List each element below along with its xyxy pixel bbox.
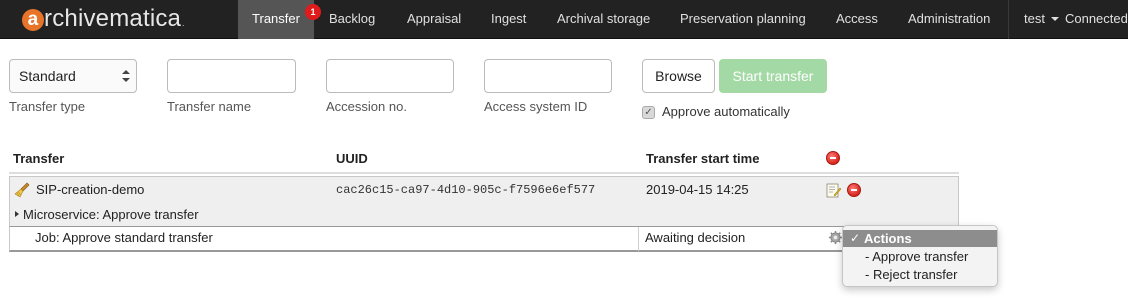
logo-mark: .: [182, 19, 185, 28]
approve-automatically-label: Approve automatically: [662, 104, 790, 119]
table-header-rule: [9, 172, 959, 174]
transfer-name-label: Transfer name: [167, 99, 252, 114]
checkmark-icon: ✓: [850, 231, 861, 245]
menu-item-reject-transfer[interactable]: - Reject transfer: [843, 266, 997, 283]
transfer-type-select[interactable]: Standard: [9, 59, 137, 93]
start-transfer-button[interactable]: Start transfer: [719, 59, 827, 93]
job-cell-divider: [638, 227, 639, 251]
microservice-label: Microservice: Approve transfer: [23, 207, 199, 222]
access-system-id-label: Access system ID: [484, 99, 588, 114]
accession-input[interactable]: [326, 59, 454, 93]
menu-item-label: - Reject transfer: [865, 267, 958, 282]
remove-transfer-icon[interactable]: [847, 183, 861, 197]
logo-initial: a: [22, 9, 44, 31]
caret-down-icon: [1050, 17, 1059, 21]
user-menu[interactable]: test Connected: [1024, 0, 1128, 39]
brand-logo[interactable]: a rchivematica.: [22, 4, 185, 34]
menu-item-actions[interactable]: ✓ Actions: [843, 230, 997, 247]
transfer-name-input[interactable]: [167, 59, 296, 93]
transfer-type-value: Standard: [19, 68, 76, 84]
nav-divider: [1008, 0, 1009, 39]
edit-metadata-icon[interactable]: [826, 183, 841, 198]
accession-label: Accession no.: [326, 99, 407, 114]
nav-tab-administration[interactable]: Administration: [908, 0, 990, 39]
select-arrows-icon: [122, 70, 130, 82]
actions-menu[interactable]: ✓ Actions - Approve transfer - Reject tr…: [842, 225, 998, 287]
top-navbar: a rchivematica. Transfer 1 Backlog Apprai…: [0, 0, 1128, 39]
nav-tab-transfer[interactable]: Transfer: [238, 0, 314, 39]
nav-tab-backlog[interactable]: Backlog: [329, 0, 375, 39]
job-label: Job: Approve standard transfer: [35, 230, 213, 245]
connection-status: Connected: [1064, 11, 1128, 26]
approve-automatically-checkbox[interactable]: ✓: [642, 106, 655, 119]
menu-item-label: Actions: [864, 231, 912, 246]
menu-item-approve-transfer[interactable]: - Approve transfer: [843, 248, 997, 265]
transfer-start-time: 2019-04-15 14:25: [646, 182, 749, 197]
menu-item-label: - Approve transfer: [865, 249, 969, 264]
user-name: test: [1024, 11, 1045, 26]
access-system-id-input[interactable]: [484, 59, 612, 93]
nav-tab-archival-storage[interactable]: Archival storage: [557, 0, 650, 39]
nav-tab-label: Administration: [908, 11, 991, 26]
nav-tab-access[interactable]: Access: [836, 0, 878, 39]
broom-icon: [14, 182, 30, 198]
notification-badge: 1: [305, 4, 321, 20]
nav-tab-label: Transfer: [252, 11, 300, 26]
transfer-name[interactable]: SIP-creation-demo: [36, 182, 144, 197]
remove-all-icon[interactable]: [826, 151, 840, 165]
nav-tab-label: Access: [836, 11, 878, 26]
logo-text: rchivematica: [44, 5, 182, 32]
gear-icon[interactable]: [828, 230, 843, 245]
transfer-type-label: Transfer type: [9, 99, 86, 114]
nav-tab-label: Ingest: [491, 11, 527, 26]
column-header-uuid[interactable]: UUID: [336, 151, 368, 166]
nav-tab-preservation-planning[interactable]: Preservation planning: [680, 0, 806, 39]
expand-triangle-icon[interactable]: [15, 211, 19, 217]
nav-tab-appraisal[interactable]: Appraisal: [407, 0, 461, 39]
nav-tab-ingest[interactable]: Ingest: [491, 0, 526, 39]
column-header-start-time[interactable]: Transfer start time: [646, 151, 759, 166]
checkmark-icon: ✓: [644, 107, 653, 118]
nav-tab-label: Archival storage: [557, 11, 651, 26]
browse-button[interactable]: Browse: [642, 59, 715, 93]
transfer-uuid: cac26c15-ca97-4d10-905c-f7596e6ef577: [336, 183, 596, 197]
nav-tab-label: Backlog: [329, 11, 376, 26]
column-header-transfer[interactable]: Transfer: [13, 151, 64, 166]
job-status: Awaiting decision: [645, 230, 746, 245]
nav-tab-label: Preservation planning: [680, 11, 806, 26]
nav-tab-label: Appraisal: [407, 11, 462, 26]
